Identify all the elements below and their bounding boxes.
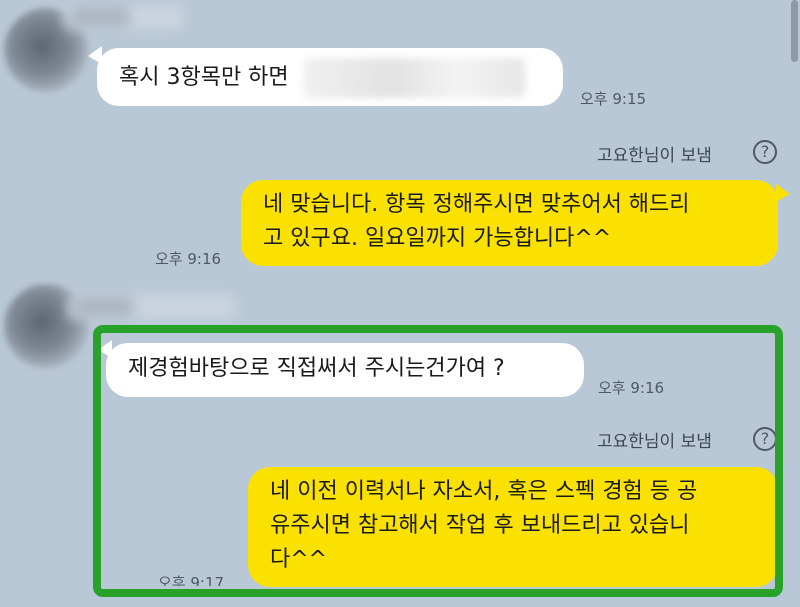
contact-name-blurred <box>64 4 184 30</box>
incoming-message-bubble[interactable]: 혹시 3항목만 하면 <box>97 48 563 106</box>
scrollbar[interactable] <box>791 0 798 62</box>
message-line: 네 맞습니다. 항목 정해주시면 맞추어서 해드리 <box>263 192 690 217</box>
message-text: 혹시 3항목만 하면 <box>119 65 289 90</box>
sender-label: 고요한님이 보냄 <box>597 146 712 166</box>
message-line: 고 있구요. 일요일까지 가능합니다^^ <box>263 226 612 251</box>
question-circle-icon[interactable]: ? <box>753 140 777 164</box>
outgoing-message-bubble[interactable]: 네 맞습니다. 항목 정해주시면 맞추어서 해드리 고 있구요. 일요일까지 가… <box>241 180 778 266</box>
redacted-text <box>302 58 525 98</box>
message-time: 오후 9:16 <box>155 250 222 268</box>
highlight-box <box>93 325 783 597</box>
message-time: 오후 9:15 <box>580 90 647 108</box>
bubble-tail <box>776 184 790 202</box>
contact-name-blurred <box>68 294 236 320</box>
